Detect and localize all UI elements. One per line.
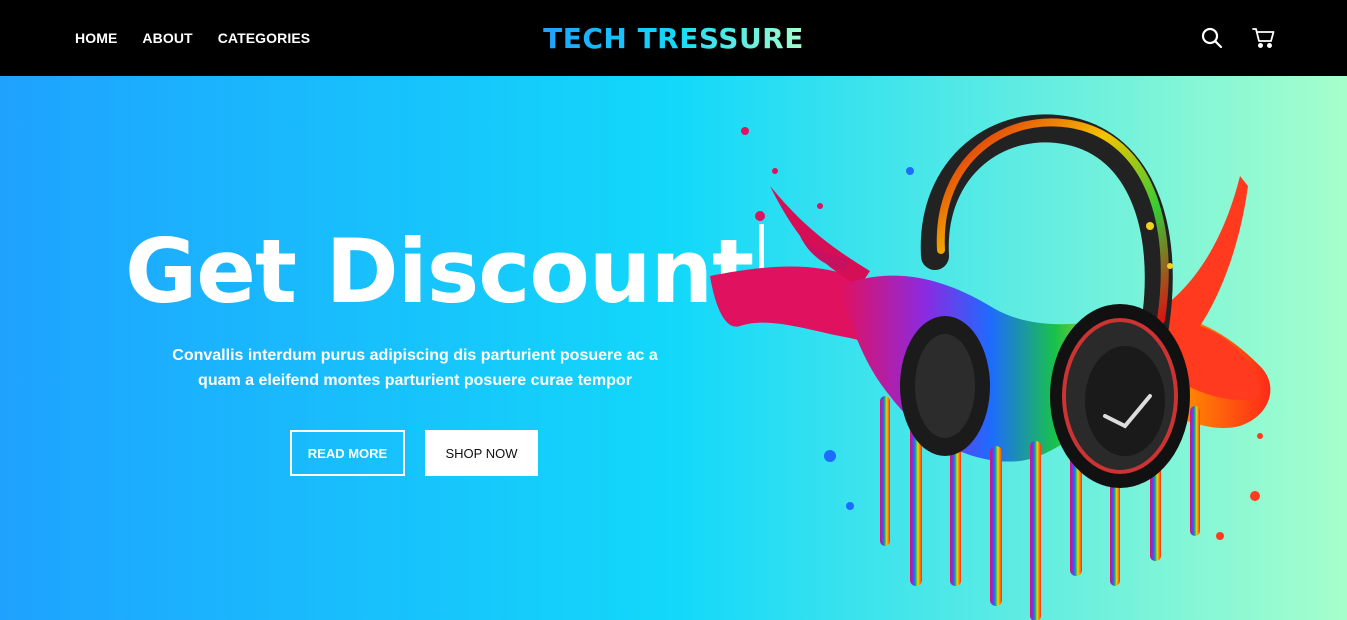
nav-categories-link[interactable]: CATEGORIES [218, 30, 311, 46]
read-more-button[interactable]: READ MORE [290, 430, 405, 476]
hero-title: Get Discount [125, 224, 765, 320]
hero-subtitle-line1: Convallis interdum purus adipiscing dis … [172, 347, 658, 364]
nav-home-link[interactable]: HOME [75, 30, 117, 46]
search-icon[interactable] [1199, 25, 1225, 51]
hero-banner: Get Discount Convallis interdum purus ad… [0, 76, 1347, 620]
shop-now-button[interactable]: SHOP NOW [425, 430, 538, 476]
headphones-paint-splash-image [710, 114, 1271, 620]
cart-icon[interactable] [1251, 25, 1277, 51]
nav-links: HOME ABOUT CATEGORIES [75, 0, 310, 76]
brand-name[interactable]: TECH TRESSURE [543, 22, 804, 55]
hero-subtitle: Convallis interdum purus adipiscing dis … [150, 343, 680, 393]
hero-title-text: Get Discount [125, 220, 754, 323]
nav-about-link[interactable]: ABOUT [142, 30, 192, 46]
hero-subtitle-line2: quam a eleifend montes parturient posuer… [198, 372, 632, 389]
top-navbar: HOME ABOUT CATEGORIES TECH TRESSURE [0, 0, 1347, 76]
nav-icons [1199, 0, 1277, 76]
